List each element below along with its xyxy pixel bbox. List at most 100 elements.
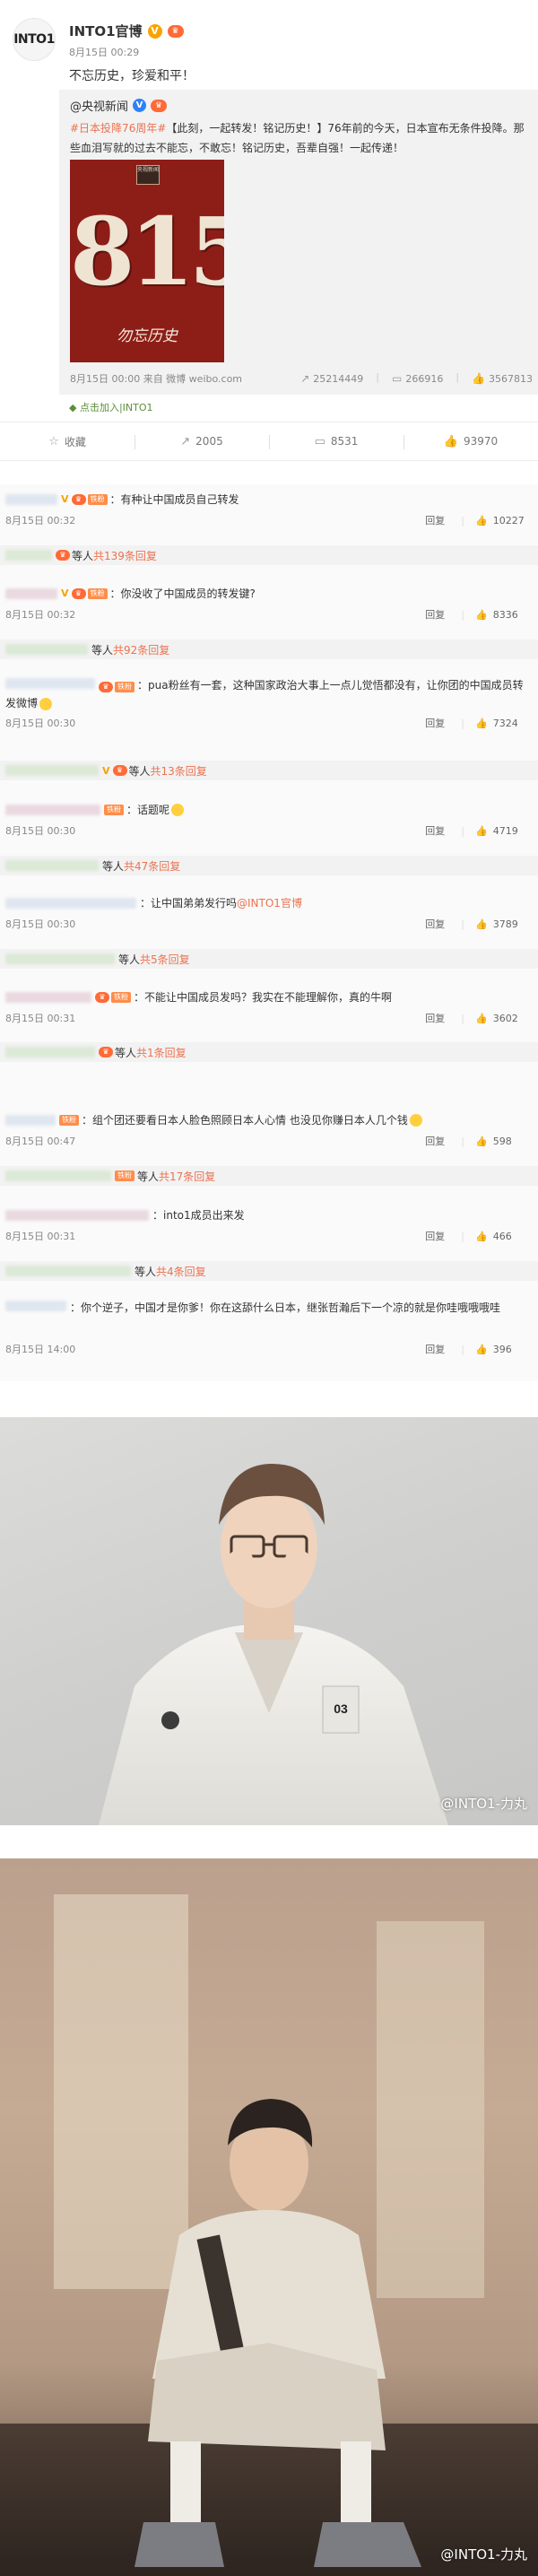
sub-reply-bar[interactable]: V ♛ 等人 共13条回复 — [0, 761, 538, 780]
comment-button[interactable]: ▭ 8531 — [269, 422, 404, 460]
more-replies-link[interactable]: 共92条回复 — [113, 642, 169, 657]
emoji-icon — [39, 697, 53, 710]
sub-reply-bar[interactable]: 等人 共5条回复 — [0, 949, 538, 969]
sub-reply-bar[interactable]: 铁粉 等人 共17条回复 — [0, 1166, 538, 1186]
commenter-name[interactable] — [5, 1209, 149, 1221]
share-icon: ↗ — [300, 372, 310, 385]
reply-button[interactable]: 回复 — [425, 1134, 445, 1148]
repost-like-count[interactable]: 👍 3567813 — [472, 371, 533, 386]
repost-author[interactable]: @央视新闻 V ♛ — [70, 97, 168, 114]
comment-like-button[interactable]: 👍 10227 — [475, 515, 531, 527]
comment-like-button[interactable]: 👍 8336 — [475, 609, 531, 621]
comment-time: 8月15日 00:32 — [5, 515, 76, 527]
sub-reply-bar[interactable]: ♛ 等人 共139条回复 — [0, 545, 538, 565]
more-replies-link[interactable]: 共1条回复 — [136, 1045, 187, 1060]
comment-time: 8月15日 00:47 — [5, 1136, 76, 1147]
comment-like-button[interactable]: 👍 7324 — [475, 718, 531, 729]
commenter-name[interactable] — [5, 897, 136, 909]
author-avatar[interactable]: INTO1 — [13, 18, 56, 61]
thumbs-up-icon: 👍 — [472, 372, 485, 385]
reply-button[interactable]: 回复 — [425, 513, 445, 527]
thumbs-up-icon: 👍 — [475, 1343, 488, 1355]
commenter-name[interactable] — [5, 587, 57, 599]
reply-button[interactable]: 回复 — [425, 823, 445, 838]
repost-poster-image[interactable]: 央视新闻 815 勿忘历史 — [70, 160, 224, 362]
post-action-bar: ☆ 收藏 ↗ 2005 ▭ 8531 👍 93970 — [0, 422, 538, 461]
comment-text: ：不能让中国成员发吗？我实在不能理解你，真的牛啊 — [134, 991, 393, 1004]
post-time[interactable]: 8月15日 00:29 — [69, 45, 139, 59]
comment-time: 8月15日 14:00 — [5, 1344, 76, 1355]
weibo-post: INTO1 INTO1官博 V ♛ 8月15日 00:29 不忘历史，珍爱和平！… — [0, 0, 538, 480]
comment-like-button[interactable]: 👍 3789 — [475, 918, 531, 930]
divider: | — [461, 1135, 464, 1147]
hashtag-link[interactable]: #日本投降76周年# — [70, 122, 166, 135]
comment-time: 8月15日 00:31 — [5, 1013, 76, 1024]
sub-reply-bar[interactable]: 等人 共92条回复 — [0, 640, 538, 659]
reply-button[interactable]: 回复 — [425, 607, 445, 622]
repost-text: #日本投降76周年#【此刻，一起转发！铭记历史！】76年前的今天，日本宣布无条件… — [70, 118, 527, 158]
more-replies-link[interactable]: 共139条回复 — [93, 548, 157, 563]
post-text: 不忘历史，珍爱和平！ — [69, 69, 195, 83]
photo-portrait-glasses[interactable]: 03 @INTO1-力丸 — [0, 1417, 538, 1825]
comment-like-button[interactable]: 👍 598 — [475, 1136, 531, 1147]
sub-reply-prefix: 等人 — [134, 1265, 157, 1278]
level-badge-icon: ♛ — [112, 765, 127, 776]
emoji-icon — [409, 1113, 422, 1127]
replier-name — [5, 550, 52, 561]
repost-count[interactable]: ↗ 25214449 — [300, 371, 363, 386]
verified-badge-icon: V — [102, 764, 110, 777]
comment-line: ：into1成员出来发 — [5, 1207, 245, 1223]
divider: | — [461, 717, 464, 729]
repost-comment-count[interactable]: ▭ 266916 — [392, 371, 443, 386]
comment-icon: ▭ — [314, 434, 325, 448]
comment-like-button[interactable]: 👍 396 — [475, 1344, 531, 1355]
post-author[interactable]: INTO1官博 V ♛ — [69, 22, 184, 40]
fan-badge-icon: 铁粉 — [104, 804, 124, 815]
author-name[interactable]: INTO1官博 — [69, 22, 143, 40]
sub-reply-bar[interactable]: ♛ 等人 共1条回复 — [0, 1042, 538, 1062]
comment-like-button[interactable]: 👍 3602 — [475, 1013, 531, 1024]
reply-button[interactable]: 回复 — [425, 917, 445, 931]
super-topic-link[interactable]: ◆ 点击加入|INTO1 — [69, 400, 153, 414]
thumbs-up-icon: 👍 — [475, 918, 488, 930]
sub-reply-bar[interactable]: 等人 共47条回复 — [0, 856, 538, 875]
more-replies-link[interactable]: 共4条回复 — [156, 1264, 206, 1279]
replier-name — [5, 765, 99, 776]
repost-button[interactable]: ↗ 2005 — [134, 422, 269, 460]
thumbs-up-icon: 👍 — [475, 608, 488, 621]
comment-time: 8月15日 00:30 — [5, 825, 76, 837]
comment-text: ：让中国弟弟发行吗 — [140, 897, 238, 909]
repost-author-name[interactable]: @央视新闻 — [70, 97, 128, 114]
reply-button[interactable]: 回复 — [425, 1342, 445, 1356]
comment-like-button[interactable]: 👍 4719 — [475, 825, 531, 837]
commenter-name[interactable] — [5, 991, 91, 1003]
reposted-weibo[interactable]: @央视新闻 V ♛ #日本投降76周年#【此刻，一起转发！铭记历史！】76年前的… — [59, 90, 538, 395]
reply-button[interactable]: 回复 — [425, 1229, 445, 1243]
reply-button[interactable]: 回复 — [425, 716, 445, 730]
like-button[interactable]: 👍 93970 — [404, 422, 538, 460]
divider: | — [461, 1230, 464, 1242]
more-replies-link[interactable]: 共17条回复 — [159, 1169, 215, 1184]
more-replies-link[interactable]: 共5条回复 — [140, 952, 190, 967]
comment-like-button[interactable]: 👍 466 — [475, 1231, 531, 1242]
repost-source[interactable]: 8月15日 00:00 来自 微博 weibo.com — [70, 371, 288, 386]
more-replies-link[interactable]: 共47条回复 — [124, 858, 180, 874]
collect-button[interactable]: ☆ 收藏 — [0, 422, 134, 460]
more-replies-link[interactable]: 共13条回复 — [151, 763, 207, 779]
comment-time: 8月15日 00:32 — [5, 609, 76, 621]
divider: | — [461, 608, 464, 621]
commenter-name[interactable] — [5, 804, 100, 815]
sub-reply-bar[interactable]: 等人 共4条回复 — [0, 1261, 538, 1281]
photo-crouching-pose[interactable]: @INTO1-力丸 — [0, 1858, 538, 2576]
reply-button[interactable]: 回复 — [425, 1011, 445, 1025]
svg-text:03: 03 — [334, 1701, 348, 1716]
level-badge-icon: ♛ — [56, 550, 70, 561]
commenter-name[interactable] — [5, 1301, 66, 1311]
mention-link[interactable]: @INTO1官博 — [237, 895, 302, 910]
commenter-name[interactable] — [5, 493, 57, 505]
verified-badge-icon: V — [133, 99, 147, 112]
comment-time: 8月15日 00:30 — [5, 918, 76, 930]
commenter-name[interactable] — [5, 678, 95, 689]
commenter-name[interactable] — [5, 1114, 56, 1126]
verified-badge-icon: V — [147, 23, 162, 39]
